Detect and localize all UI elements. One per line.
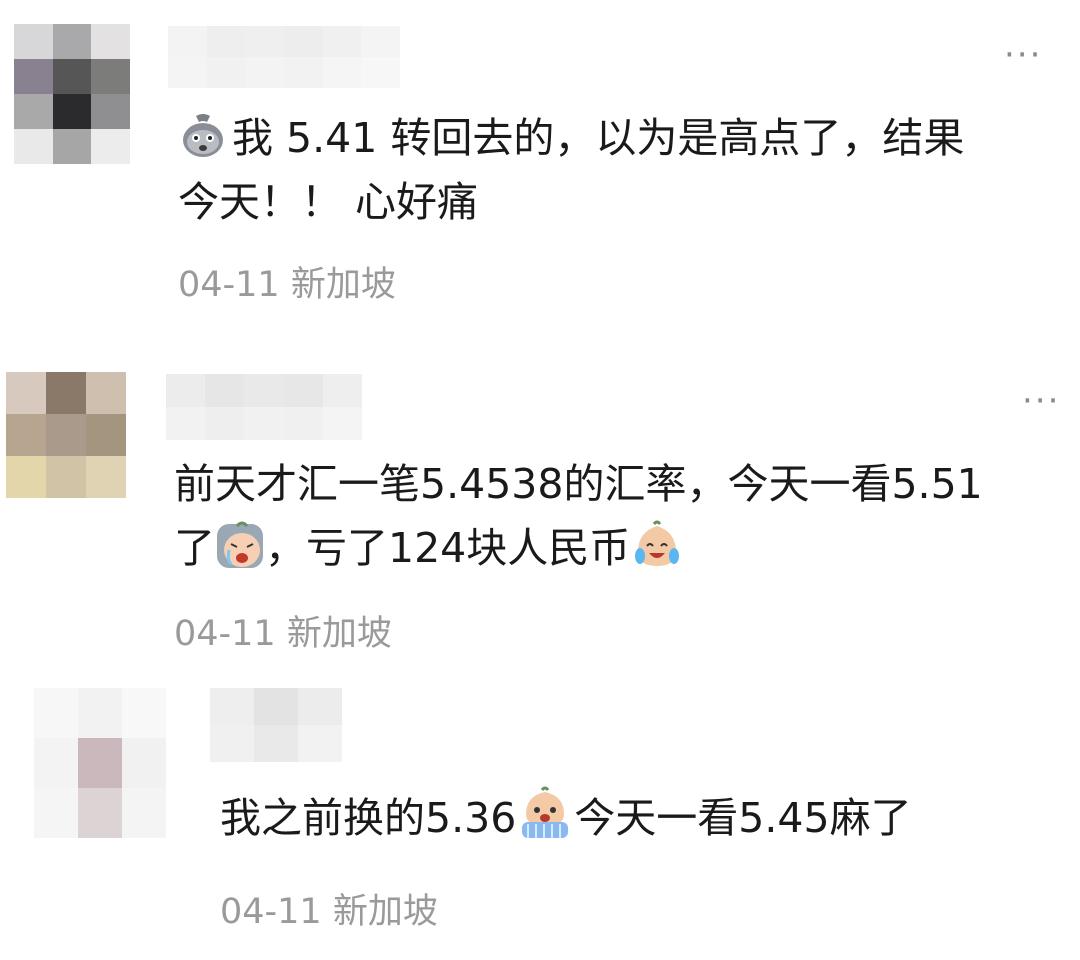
crying-waterfall-emoji (516, 786, 574, 840)
comment-meta: 04-11 新加坡 (220, 892, 438, 932)
username[interactable] (210, 688, 342, 762)
comment-text-part2: 今天一看5.45麻了 (574, 794, 912, 842)
comment-text: 我之前换的5.36 今天一看5.45麻了 (220, 786, 912, 850)
comment-location: 新加坡 (332, 892, 438, 932)
comment-text-part1: 我之前换的5.36 (220, 794, 517, 842)
avatar[interactable] (34, 688, 166, 838)
reply-item: 我之前换的5.36 今天一看5.45麻了 04-11 新加坡 (0, 0, 1080, 960)
comment-date: 04-11 (220, 892, 322, 932)
